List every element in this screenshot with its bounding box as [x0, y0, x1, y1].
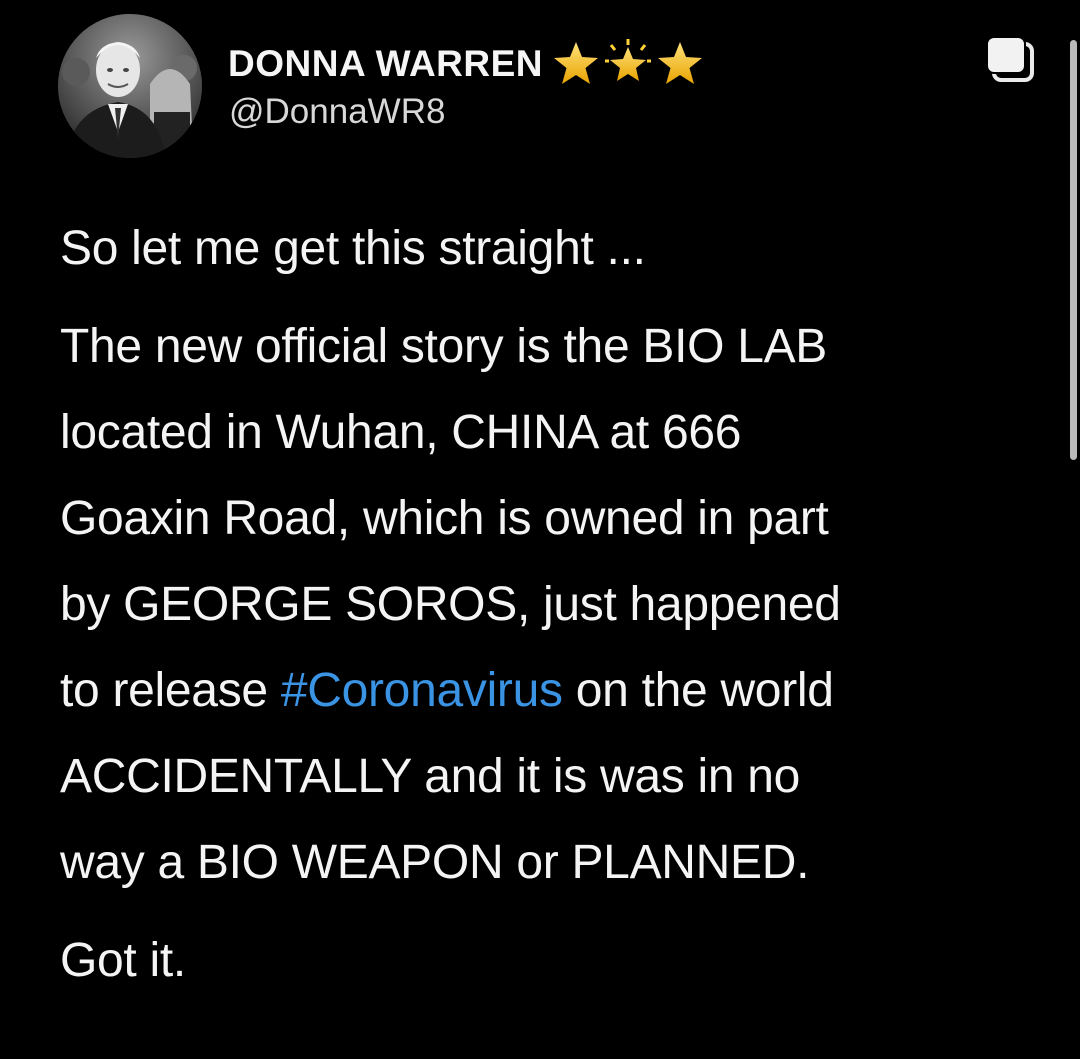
tweet-line: Goaxin Road, which is owned in part [60, 492, 829, 545]
tweet-line: by GEORGE SOROS, just happened [60, 578, 841, 631]
copy-icon[interactable] [984, 34, 1036, 84]
tweet-line: way a BIO WEAPON or PLANNED. [60, 836, 810, 889]
author-display-name[interactable]: DONNA WARREN [228, 43, 543, 85]
profile-photo-icon [58, 14, 202, 158]
scrollbar[interactable] [1070, 40, 1077, 460]
tweet-card: DONNA WARREN @DonnaWR8 So let me get thi… [0, 0, 1080, 1059]
hashtag-link[interactable]: #Coronavirus [281, 664, 563, 717]
author-handle[interactable]: @DonnaWR8 [229, 92, 445, 132]
tweet-line-text: on the world [562, 664, 834, 717]
name-badges [551, 39, 705, 89]
tweet-intro: So let me get this straight ... [60, 222, 646, 275]
tweet-line-with-hashtag: to release #Coronavirus on the world [60, 648, 1050, 734]
tweet-closing: Got it. [60, 934, 186, 987]
tweet-line-text: to release [60, 664, 281, 717]
tweet-line: ACCIDENTALLY and it is was in no [60, 750, 801, 803]
tweet-body: So let me get this straight ... The new … [60, 206, 1050, 1004]
star-icon [658, 42, 703, 84]
tweet-main-paragraph: The new official story is the BIO LAB lo… [60, 304, 1050, 906]
sparkle-star-icon [605, 39, 652, 81]
author-name-row: DONNA WARREN [228, 38, 705, 90]
tweet-line: located in Wuhan, CHINA at 666 [60, 406, 742, 459]
avatar[interactable] [58, 14, 202, 158]
tweet-line: The new official story is the BIO LAB [60, 320, 828, 373]
star-icon [554, 42, 599, 84]
